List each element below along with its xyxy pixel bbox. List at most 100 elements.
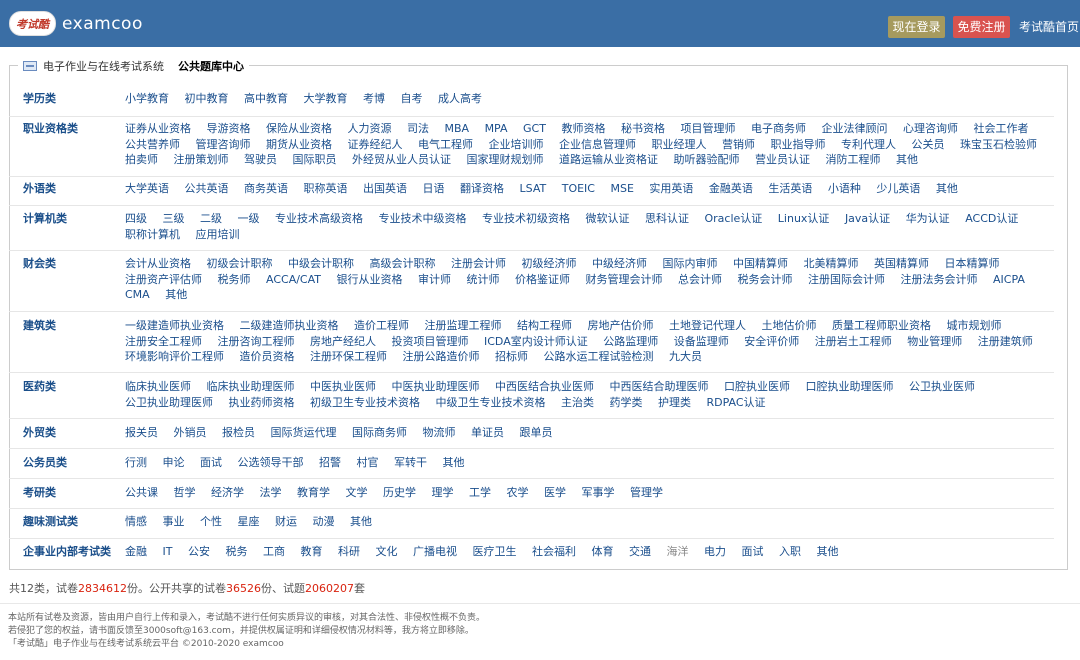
category-link[interactable]: 公卫执业医师 xyxy=(909,380,975,393)
register-button[interactable]: 免费注册 xyxy=(953,16,1010,38)
category-link[interactable]: 思科认证 xyxy=(645,212,689,225)
category-link[interactable]: 初级经济师 xyxy=(522,257,577,270)
category-link[interactable]: 执业药师资格 xyxy=(229,396,295,409)
category-link[interactable]: 医疗卫生 xyxy=(472,545,516,558)
category-link[interactable]: 公共英语 xyxy=(185,182,229,195)
category-link[interactable]: 电子商务师 xyxy=(751,122,806,135)
category-link[interactable]: 职业指导师 xyxy=(771,138,826,151)
category-link[interactable]: 项目管理师 xyxy=(680,122,735,135)
category-link[interactable]: 星座 xyxy=(238,515,260,528)
category-link[interactable]: RDPAC认证 xyxy=(707,396,766,409)
category-link[interactable]: 微软认证 xyxy=(586,212,630,225)
category-link[interactable]: 工学 xyxy=(469,486,491,499)
category-link[interactable]: 注册咨询工程师 xyxy=(218,335,295,348)
category-link[interactable]: 工商 xyxy=(263,545,285,558)
category-link[interactable]: 其他 xyxy=(165,288,187,301)
category-link[interactable]: 会计从业资格 xyxy=(125,257,191,270)
category-link[interactable]: 其他 xyxy=(350,515,372,528)
category-link[interactable]: 招警 xyxy=(319,456,341,469)
category-link[interactable]: 军事学 xyxy=(582,486,615,499)
category-link[interactable]: 其他 xyxy=(896,153,918,166)
category-link[interactable]: 一级 xyxy=(238,212,260,225)
category-name[interactable]: 外贸类 xyxy=(23,425,56,441)
category-link[interactable]: 投资项目管理师 xyxy=(392,335,469,348)
category-name[interactable]: 建筑类 xyxy=(23,318,56,334)
category-link[interactable]: 自考 xyxy=(401,92,423,105)
category-link[interactable]: 其他 xyxy=(443,456,465,469)
category-link[interactable]: 其他 xyxy=(816,545,838,558)
category-link[interactable]: 拍卖师 xyxy=(125,153,158,166)
category-link[interactable]: 心理咨询师 xyxy=(903,122,958,135)
category-link[interactable]: 城市规划师 xyxy=(947,319,1002,332)
category-link[interactable]: LSAT xyxy=(520,182,547,195)
category-link[interactable]: 公路监理师 xyxy=(603,335,658,348)
category-link[interactable]: 华为认证 xyxy=(906,212,950,225)
legend-system[interactable]: 电子作业与在线考试系统 xyxy=(43,58,164,74)
category-link[interactable]: 注册策划师 xyxy=(174,153,229,166)
category-link[interactable]: 证券从业资格 xyxy=(125,122,191,135)
category-link[interactable]: 公路水运工程试验检测 xyxy=(544,350,654,363)
category-link[interactable]: 中西医结合执业医师 xyxy=(495,380,594,393)
category-link[interactable]: 税务 xyxy=(225,545,247,558)
category-link[interactable]: 教育 xyxy=(300,545,322,558)
category-link[interactable]: 药学类 xyxy=(610,396,643,409)
category-link[interactable]: 北美精算师 xyxy=(804,257,859,270)
category-link[interactable]: 农学 xyxy=(507,486,529,499)
category-link[interactable]: 公共课 xyxy=(125,486,158,499)
category-link[interactable]: 事业 xyxy=(163,515,185,528)
category-link[interactable]: 电力 xyxy=(704,545,726,558)
category-link[interactable]: 司法 xyxy=(407,122,429,135)
category-link[interactable]: 动漫 xyxy=(313,515,335,528)
category-link[interactable]: 专业技术中级资格 xyxy=(379,212,467,225)
category-link[interactable]: 秘书资格 xyxy=(621,122,665,135)
category-name[interactable]: 公务员类 xyxy=(23,455,67,471)
category-link[interactable]: 价格鉴证师 xyxy=(515,273,570,286)
category-link[interactable]: 一级建造师执业资格 xyxy=(125,319,224,332)
category-link[interactable]: 税务师 xyxy=(218,273,251,286)
category-link[interactable]: 税务会计师 xyxy=(738,273,793,286)
home-link[interactable]: 考试酷首页 xyxy=(1019,16,1079,38)
category-link[interactable]: 九大员 xyxy=(669,350,702,363)
category-link[interactable]: 审计师 xyxy=(418,273,451,286)
category-link[interactable]: 二级 xyxy=(200,212,222,225)
category-link[interactable]: 企业信息管理师 xyxy=(559,138,636,151)
category-link[interactable]: 面试 xyxy=(741,545,763,558)
category-link[interactable]: 道路运输从业资格证 xyxy=(559,153,658,166)
category-link[interactable]: 人力资源 xyxy=(348,122,392,135)
logo[interactable]: 考试酷 examcoo xyxy=(9,11,143,36)
category-link[interactable]: 注册环保工程师 xyxy=(310,350,387,363)
category-link[interactable]: 公共营养师 xyxy=(125,138,180,151)
category-link[interactable]: 专业技术初级资格 xyxy=(482,212,570,225)
category-link[interactable]: 社会福利 xyxy=(532,545,576,558)
category-link[interactable]: 公关员 xyxy=(912,138,945,151)
category-link[interactable]: 教育学 xyxy=(297,486,330,499)
category-link[interactable]: 注册监理工程师 xyxy=(425,319,502,332)
category-link[interactable]: 国际职员 xyxy=(293,153,337,166)
category-link[interactable]: 公安 xyxy=(188,545,210,558)
category-link[interactable]: 二级建造师执业资格 xyxy=(240,319,339,332)
category-link[interactable]: 日语 xyxy=(423,182,445,195)
category-link[interactable]: 导游资格 xyxy=(207,122,251,135)
category-link[interactable]: 中级经济师 xyxy=(592,257,647,270)
category-link[interactable]: 结构工程师 xyxy=(517,319,572,332)
category-name[interactable]: 计算机类 xyxy=(23,211,67,227)
category-link[interactable]: 营业员认证 xyxy=(755,153,810,166)
category-link[interactable]: 总会计师 xyxy=(678,273,722,286)
category-link[interactable]: 其他 xyxy=(936,182,958,195)
category-link[interactable]: 企业培训师 xyxy=(489,138,544,151)
category-link[interactable]: 注册会计师 xyxy=(451,257,506,270)
category-link[interactable]: Linux认证 xyxy=(778,212,830,225)
category-link[interactable]: 经济学 xyxy=(211,486,244,499)
category-link[interactable]: 统计师 xyxy=(467,273,500,286)
category-link[interactable]: 注册资产评估师 xyxy=(125,273,202,286)
category-link[interactable]: 中医执业医师 xyxy=(310,380,376,393)
category-link[interactable]: 电气工程师 xyxy=(418,138,473,151)
category-link[interactable]: 物业管理师 xyxy=(907,335,962,348)
category-link[interactable]: MSE xyxy=(610,182,633,195)
category-link[interactable]: 注册安全工程师 xyxy=(125,335,202,348)
category-link[interactable]: 证券经纪人 xyxy=(348,138,403,151)
category-link[interactable]: 情感 xyxy=(125,515,147,528)
category-link[interactable]: 高中教育 xyxy=(244,92,288,105)
category-link[interactable]: 初级卫生专业技术资格 xyxy=(310,396,420,409)
category-link[interactable]: 财运 xyxy=(275,515,297,528)
